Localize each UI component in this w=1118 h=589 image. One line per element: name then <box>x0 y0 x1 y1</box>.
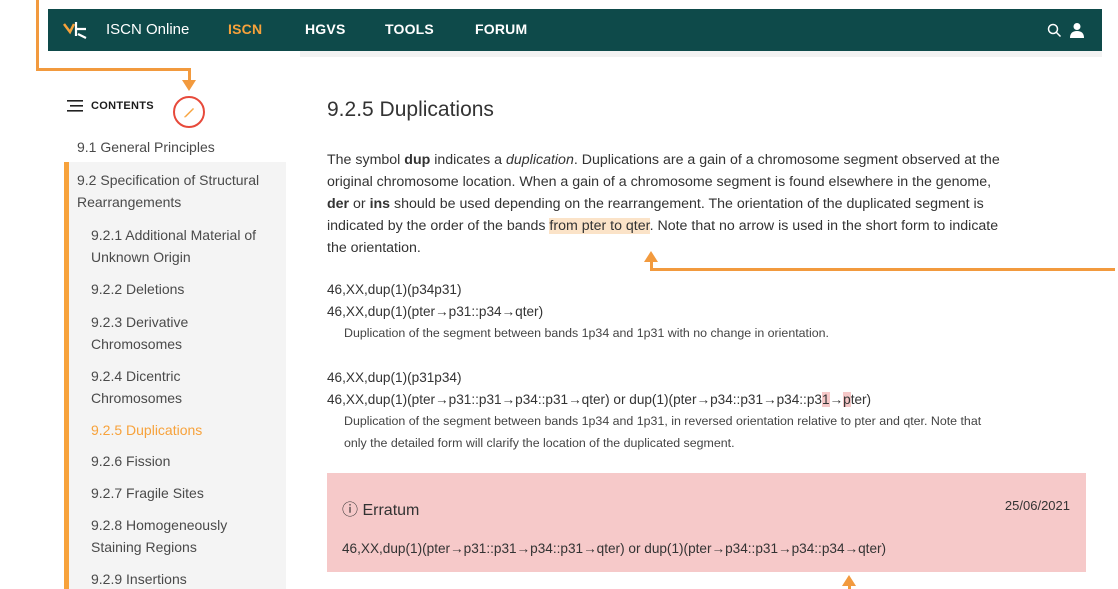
callout-line-topleft-horizontal <box>36 68 191 71</box>
info-icon: ⓘ <box>342 502 359 519</box>
toc-item-9-2-1[interactable]: 9.2.1 Additional Material of <box>91 224 256 246</box>
example-2-long: 46,XX,dup(1)(pter→p31::p31→p34::p31→qter… <box>327 392 872 407</box>
intro-line-3: der or ins should be used depending on t… <box>327 196 984 212</box>
top-navbar: ISCN Online ISCN HGVS TOOLS FORUM <box>48 9 1102 51</box>
contents-header[interactable]: CONTENTS <box>67 100 154 112</box>
toc-item-9-1[interactable]: 9.1 General Principles <box>77 136 215 158</box>
toc-item-9-2-1-cont[interactable]: Unknown Origin <box>91 246 191 268</box>
toc-item-9-2[interactable]: 9.2 Specification of Structural <box>77 169 259 191</box>
iscn-logo-icon[interactable] <box>62 20 88 40</box>
intro-line-5: the orientation. <box>327 240 421 256</box>
table-of-contents: 9.1 General Principles 9.2 Specification… <box>64 132 286 589</box>
toc-item-9-2-3[interactable]: 9.2.3 Derivative <box>91 311 188 333</box>
search-icon[interactable] <box>1047 23 1062 38</box>
erratum-highlight-1: 1 <box>821 392 830 407</box>
callout-arrow-contents <box>182 80 196 91</box>
toc-item-9-2-8-cont[interactable]: Staining Regions <box>91 536 197 558</box>
nav-item-hgvs[interactable]: HGVS <box>305 21 345 37</box>
intro-line-4: indicated by the order of the bands from… <box>327 218 999 234</box>
pencil-icon <box>184 108 194 118</box>
highlighted-text: from pter to qter <box>549 218 650 234</box>
intro-paragraph: The symbol dup indicates a duplication. … <box>327 149 1000 259</box>
erratum-date: 25/06/2021 <box>1004 498 1070 513</box>
user-icon[interactable] <box>1070 22 1084 38</box>
toc-item-9-2-9[interactable]: 9.2.9 Insertions <box>91 568 187 589</box>
edit-button[interactable] <box>173 96 205 128</box>
toc-item-9-2-7[interactable]: 9.2.7 Fragile Sites <box>91 482 204 504</box>
toc-item-9-2-4-cont[interactable]: Chromosomes <box>91 387 182 409</box>
example-2-short: 46,XX,dup(1)(p31p34) <box>327 370 462 385</box>
toc-item-9-2-cont[interactable]: Rearrangements <box>77 191 181 213</box>
erratum-box: ⓘ Erratum 25/06/2021 46,XX,dup(1)(pter→p… <box>327 473 1086 572</box>
list-icon <box>67 100 83 112</box>
erratum-highlight-2: p <box>843 392 851 407</box>
toc-item-9-2-8[interactable]: 9.2.8 Homogeneously <box>91 514 227 536</box>
contents-label: CONTENTS <box>91 100 154 112</box>
toc-item-9-2-3-cont[interactable]: Chromosomes <box>91 333 182 355</box>
toc-item-9-2-2[interactable]: 9.2.2 Deletions <box>91 278 184 300</box>
erratum-body: 46,XX,dup(1)(pter→p31::p31→p34::p31→qter… <box>342 541 887 556</box>
toc-item-9-2-4[interactable]: 9.2.4 Dicentric <box>91 365 180 387</box>
toc-item-9-2-6[interactable]: 9.2.6 Fission <box>91 450 170 472</box>
callout-arrow-erratum <box>842 575 856 586</box>
example-2-description: Duplication of the segment between bands… <box>344 414 982 450</box>
nav-item-iscn[interactable]: ISCN <box>228 21 262 37</box>
example-1-description: Duplication of the segment between bands… <box>344 326 829 340</box>
page-title: 9.2.5 Duplications <box>327 98 494 121</box>
example-1-short: 46,XX,dup(1)(p34p31) <box>327 282 462 297</box>
intro-line-1: The symbol dup indicates a duplication. … <box>327 152 1000 168</box>
example-1-long: 46,XX,dup(1)(pter→p31::p34→qter) <box>327 304 544 319</box>
nav-item-forum[interactable]: FORUM <box>475 21 527 37</box>
callout-line-topleft-down <box>188 68 191 80</box>
subheader-strip <box>300 51 1102 57</box>
toc-item-9-2-5[interactable]: 9.2.5 Duplications <box>91 419 202 441</box>
intro-line-2: original chromosome location. When a gai… <box>327 174 992 190</box>
erratum-title: ⓘ Erratum <box>342 502 420 519</box>
callout-line-topleft-vertical <box>36 0 39 70</box>
callout-line-right-horizontal <box>650 268 1115 271</box>
brand-link[interactable]: ISCN Online <box>106 21 189 38</box>
nav-item-tools[interactable]: TOOLS <box>385 21 434 37</box>
